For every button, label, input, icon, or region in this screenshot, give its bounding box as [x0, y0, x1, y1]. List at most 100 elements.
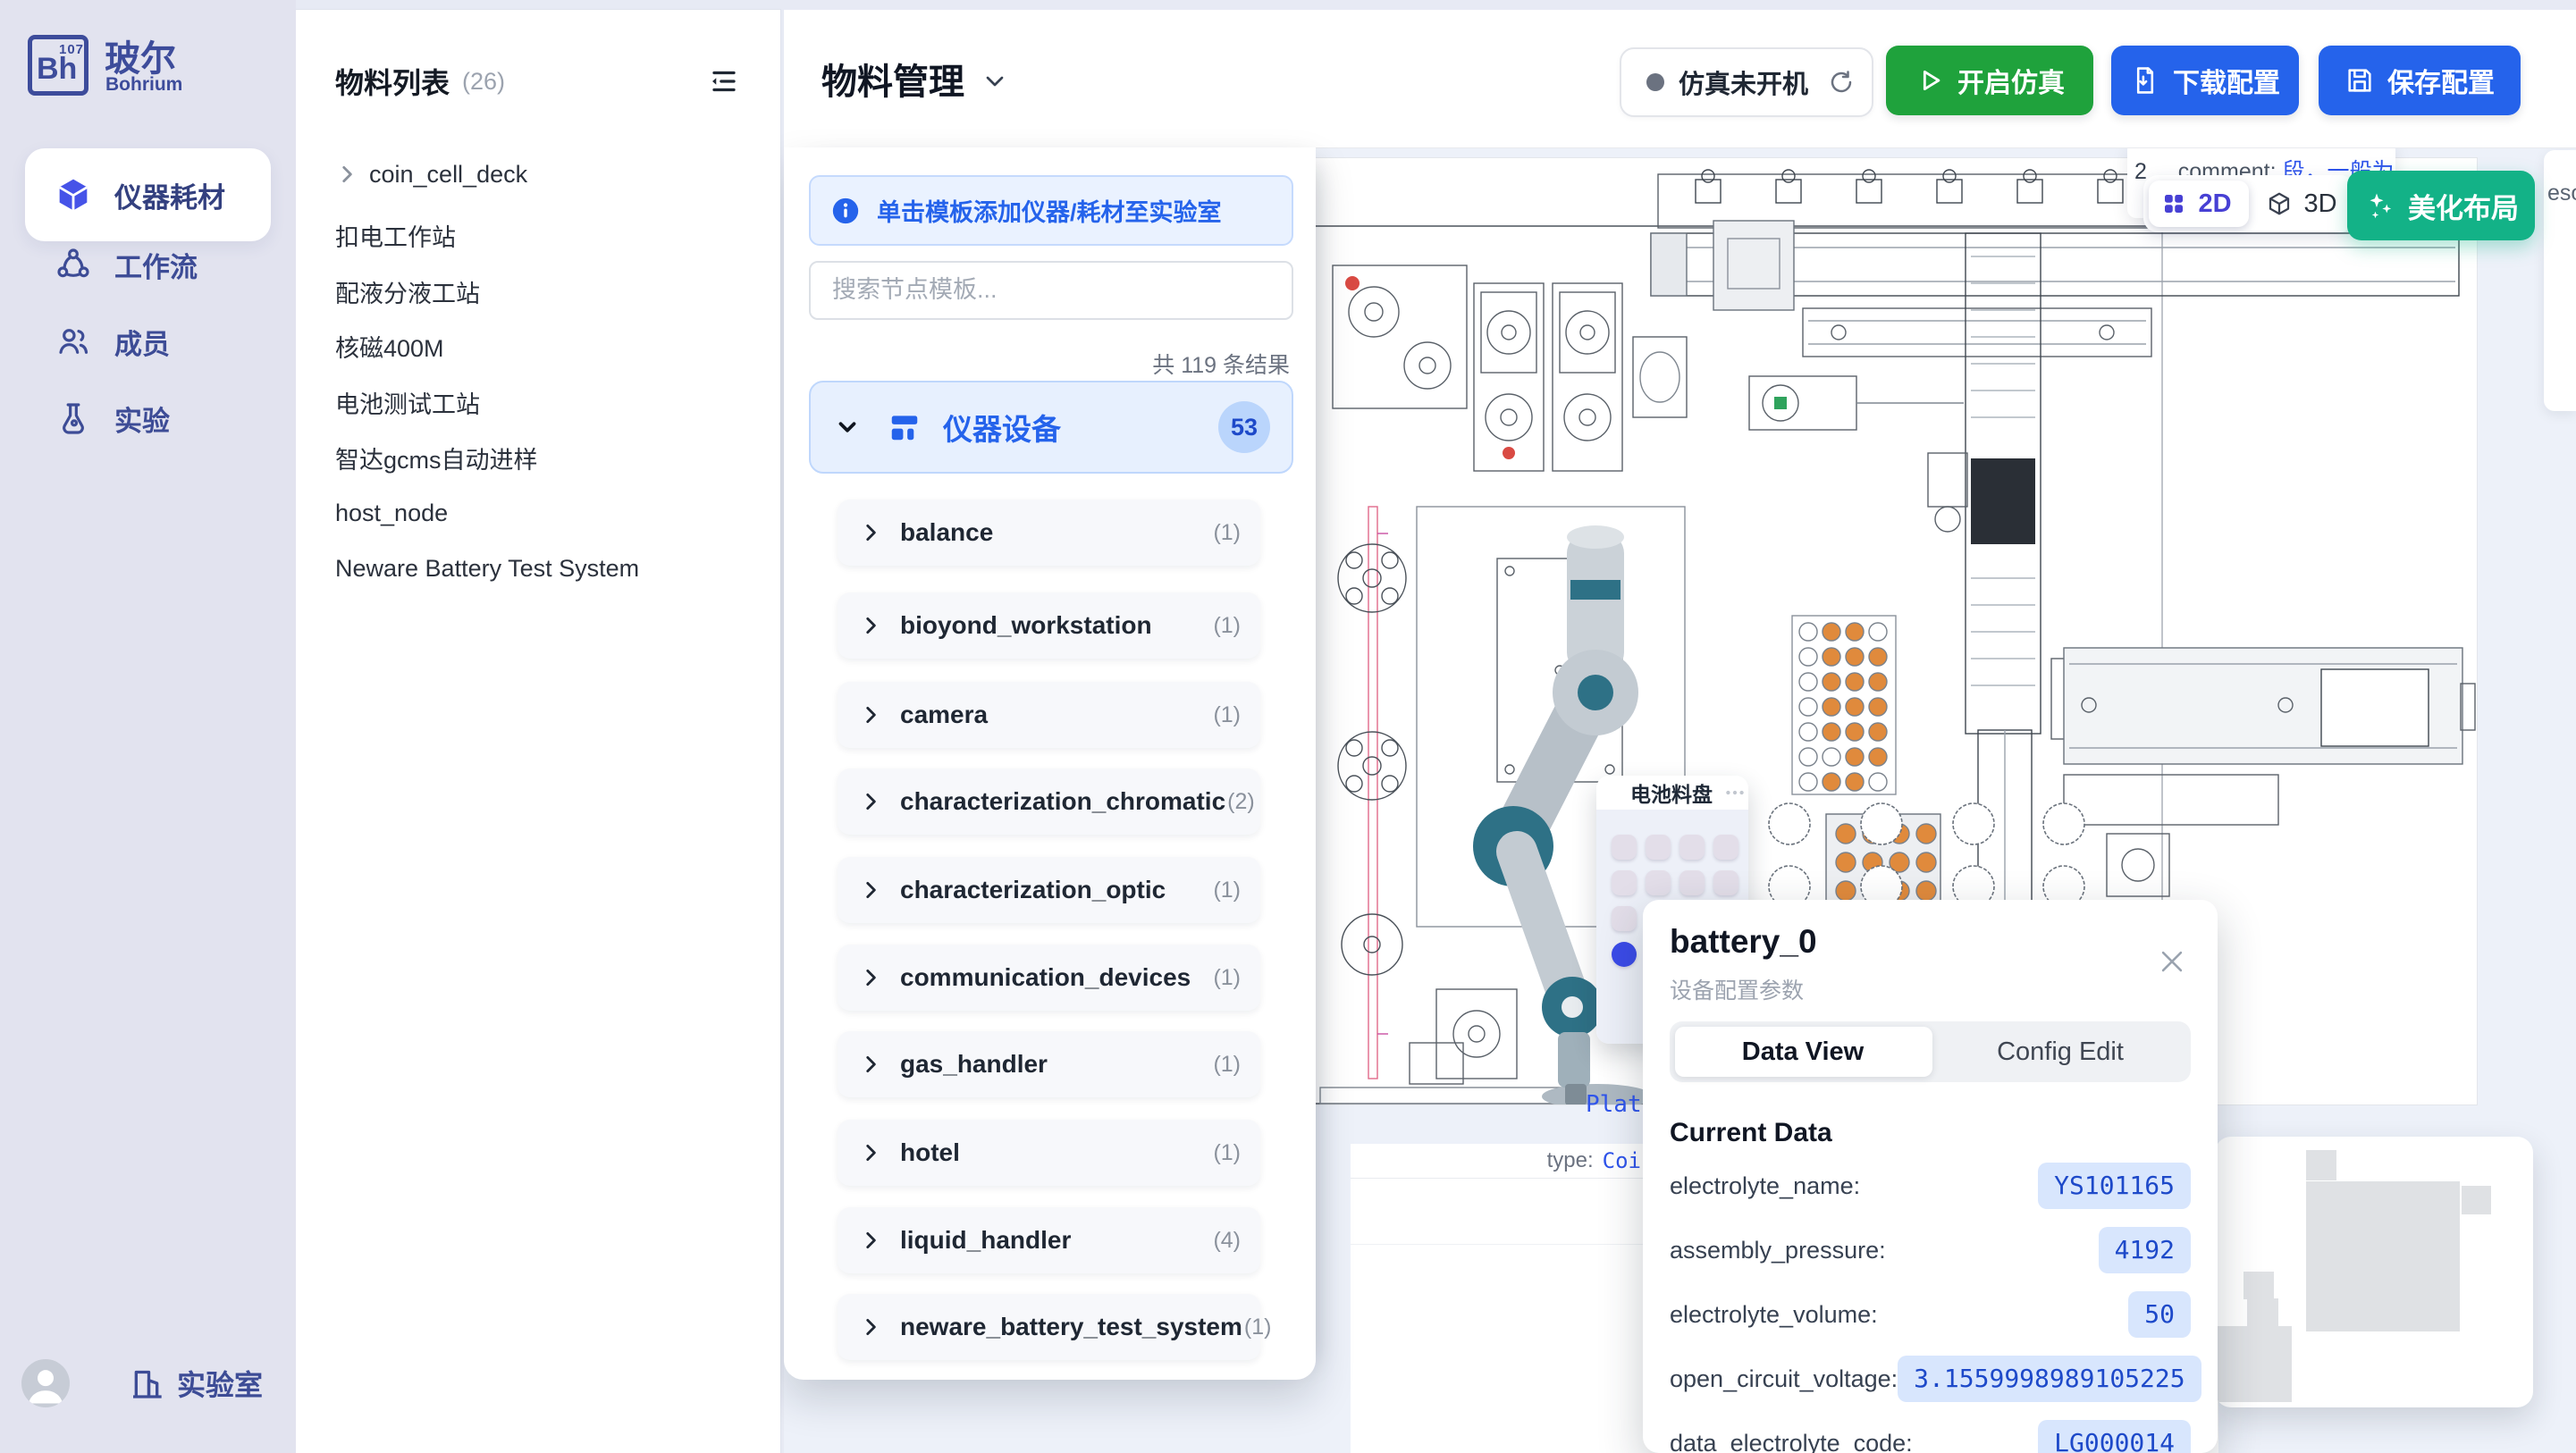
template-item-label: bioyond_workstation — [900, 611, 1152, 640]
sidebar-item-workflow[interactable]: 工作流 — [25, 225, 271, 304]
material-item[interactable]: host_node — [335, 491, 741, 534]
well[interactable] — [1612, 906, 1637, 931]
template-item-count: (1) — [1213, 520, 1241, 546]
template-item-communication-devices[interactable]: communication_devices (1) — [838, 945, 1260, 1011]
material-item[interactable]: 配液分液工站 — [335, 270, 741, 313]
template-item-count: (1) — [1213, 965, 1241, 991]
chevron-right-icon — [859, 703, 882, 726]
layout-grid-icon — [888, 410, 922, 444]
start-simulation-label: 开启仿真 — [1957, 61, 2065, 100]
template-item-liquid-handler[interactable]: liquid_handler (4) — [838, 1207, 1260, 1273]
workflow-icon — [55, 247, 91, 282]
template-item-count: (1) — [1213, 702, 1241, 728]
well[interactable] — [1646, 835, 1671, 860]
well-selected[interactable] — [1612, 942, 1637, 967]
template-item-label: neware_battery_test_system — [900, 1313, 1242, 1341]
minimap[interactable] — [2215, 1137, 2533, 1407]
view-3d-button[interactable]: 3D — [2249, 189, 2354, 219]
chevron-right-icon — [859, 1315, 882, 1339]
download-config-label: 下载配置 — [2173, 61, 2280, 100]
brand-name-en: Bohrium — [105, 74, 182, 96]
more-menu-icon[interactable] — [1723, 781, 1747, 804]
well[interactable] — [1679, 835, 1705, 860]
material-item-label: 配液分液工站 — [335, 274, 480, 309]
template-item-neware-battery-test-system[interactable]: neware_battery_test_system (1) — [838, 1294, 1260, 1360]
cube-icon — [55, 177, 91, 213]
sparkles-icon — [2363, 189, 2395, 222]
download-config-button[interactable]: 下载配置 — [2111, 46, 2299, 115]
lab-switcher[interactable]: 实验室 — [129, 1363, 263, 1404]
material-item-label: Neware Battery Test System — [335, 555, 639, 583]
page-title: 物料管理 — [821, 53, 964, 105]
chevron-right-icon — [859, 614, 882, 637]
template-item-balance[interactable]: balance (1) — [838, 500, 1260, 566]
battery-tray-title: 电池料盘 — [1630, 777, 1713, 808]
top-bar: 物料管理 仿真未开机 开启仿真 下载配置 — [784, 10, 2576, 148]
avatar[interactable] — [21, 1359, 70, 1407]
material-item-label: coin_cell_deck — [369, 161, 527, 189]
play-icon — [1915, 65, 1945, 96]
well[interactable] — [1612, 870, 1637, 895]
cube-3d-icon — [2266, 190, 2293, 217]
template-item-label: characterization_chromatic — [900, 787, 1225, 816]
template-search — [809, 261, 1293, 320]
well[interactable] — [1679, 870, 1705, 895]
hint-banner: 单击模板添加仪器/耗材至实验室 — [809, 175, 1293, 246]
template-item-characterization-optic[interactable]: characterization_optic (1) — [838, 857, 1260, 923]
minimap-block — [2243, 1272, 2274, 1299]
collapse-list-icon[interactable] — [707, 64, 741, 98]
template-item-gas-handler[interactable]: gas_handler (1) — [838, 1031, 1260, 1097]
material-item[interactable]: Neware Battery Test System — [335, 547, 741, 590]
template-item-characterization-chromatic[interactable]: characterization_chromatic (2) — [838, 768, 1260, 835]
template-library-panel: 单击模板添加仪器/耗材至实验室 共 119 条结果 仪器设备 53 balanc… — [784, 147, 1316, 1380]
close-icon[interactable] — [2157, 946, 2187, 977]
view-mode-toggle: 2D 3D — [2143, 175, 2354, 232]
page-title-dropdown[interactable]: 物料管理 — [821, 53, 1009, 105]
tab-data-view[interactable]: Data View — [1673, 1021, 1932, 1082]
data-label: open_circuit_voltage: — [1670, 1365, 1898, 1393]
sidebar-item-experiments[interactable]: 实验 — [25, 379, 271, 458]
material-item[interactable]: 电池测试工站 — [335, 381, 741, 424]
material-item[interactable]: 核磁400M — [335, 324, 741, 367]
template-item-camera[interactable]: camera (1) — [838, 682, 1260, 748]
result-count: 共 119 条结果 — [809, 348, 1290, 380]
tab-config-edit[interactable]: Config Edit — [1931, 1021, 2190, 1082]
well[interactable] — [1713, 835, 1738, 860]
minimap-block — [2306, 1150, 2336, 1180]
well[interactable] — [1646, 870, 1671, 895]
sidebar-item-members[interactable]: 成员 — [25, 302, 271, 381]
material-item[interactable]: 智达gcms自动进样 — [335, 436, 741, 479]
grid-2d-icon — [2160, 190, 2187, 217]
well[interactable] — [1713, 870, 1738, 895]
category-instruments[interactable]: 仪器设备 53 — [809, 381, 1293, 474]
comment-prefix: 2 — [2134, 159, 2147, 184]
search-input[interactable] — [830, 268, 1272, 311]
chevron-right-icon — [335, 163, 358, 186]
chevron-right-icon — [859, 1053, 882, 1076]
template-item-bioyond-workstation[interactable]: bioyond_workstation (1) — [838, 592, 1260, 659]
status-dot — [1646, 73, 1664, 91]
save-config-button[interactable]: 保存配置 — [2319, 46, 2521, 115]
well[interactable] — [1612, 835, 1637, 860]
data-row: assembly_pressure: 4192 — [1670, 1225, 2191, 1275]
bohrium-logo-icon: 107 Bh — [28, 35, 88, 96]
material-item-label: 扣电工作站 — [335, 218, 456, 253]
clipped-side-panel: esou — [2544, 150, 2576, 411]
view-2d-label: 2D — [2198, 189, 2231, 219]
type-label: type: — [1547, 1148, 1594, 1173]
template-item-label: gas_handler — [900, 1050, 1048, 1079]
template-item-count: (1) — [1213, 613, 1241, 639]
beautify-layout-button[interactable]: 美化布局 — [2347, 171, 2535, 240]
template-item-hotel[interactable]: hotel (1) — [838, 1120, 1260, 1186]
material-item[interactable]: 扣电工作站 — [335, 214, 741, 256]
beautify-label: 美化布局 — [2408, 186, 2519, 226]
sidebar-footer: 实验室 — [0, 1336, 296, 1430]
minimap-block — [2247, 1298, 2278, 1327]
view-2d-button[interactable]: 2D — [2143, 189, 2249, 219]
template-item-label: liquid_handler — [900, 1226, 1071, 1255]
refresh-icon[interactable] — [1828, 69, 1855, 96]
material-item-coin-cell-deck[interactable]: coin_cell_deck — [335, 153, 741, 196]
material-item-label: 智达gcms自动进样 — [335, 441, 538, 475]
type-value: Coi — [1603, 1148, 1641, 1173]
start-simulation-button[interactable]: 开启仿真 — [1886, 46, 2093, 115]
